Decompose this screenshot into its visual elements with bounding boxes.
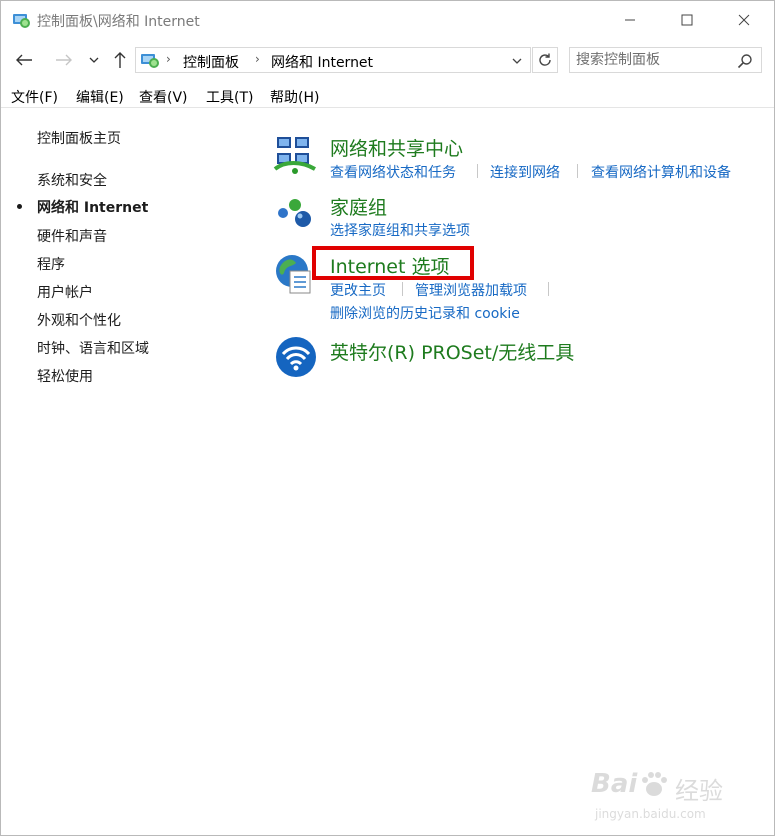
breadcrumb-control-panel[interactable]: 控制面板	[183, 52, 239, 72]
refresh-icon	[539, 53, 551, 66]
highlight-box	[312, 246, 474, 280]
back-button[interactable]	[13, 49, 35, 71]
baidu-watermark: Bai 经验 jingyan.baidu.com	[591, 769, 751, 827]
paw-icon	[639, 771, 669, 803]
task-separator	[477, 164, 478, 178]
control-panel-icon	[140, 51, 160, 69]
close-button[interactable]	[715, 1, 773, 39]
recent-locations-button[interactable]	[83, 49, 105, 71]
watermark-brand: Bai	[591, 769, 638, 799]
refresh-button[interactable]	[532, 47, 558, 73]
sidebar-item-system-security[interactable]: 系统和安全	[37, 170, 107, 190]
menu-tools[interactable]: 工具(T)	[206, 87, 253, 107]
title-bar: 控制面板\网络和 Internet	[1, 1, 774, 39]
up-button[interactable]	[109, 49, 131, 71]
navigation-bar: › 控制面板 › 网络和 Internet	[1, 41, 774, 81]
menu-file[interactable]: 文件(F)	[11, 87, 58, 107]
internet-options-icon[interactable]	[274, 253, 316, 299]
search-input[interactable]	[576, 51, 726, 69]
watermark-url: jingyan.baidu.com	[595, 807, 706, 821]
sidebar-home-link[interactable]: 控制面板主页	[37, 128, 121, 148]
sidebar-item-network-internet[interactable]: 网络和 Internet	[37, 197, 148, 217]
sidebar-item-appearance[interactable]: 外观和个性化	[37, 310, 121, 330]
search-box[interactable]	[569, 47, 762, 73]
sidebar-item-user-accounts[interactable]: 用户帐户	[37, 282, 93, 302]
category-title-network-sharing[interactable]: 网络和共享中心	[330, 134, 463, 161]
task-delete-browsing-history[interactable]: 删除浏览的历史记录和 cookie	[330, 303, 520, 323]
task-separator	[548, 282, 549, 296]
homegroup-icon[interactable]	[275, 195, 317, 235]
breadcrumb-network-internet[interactable]: 网络和 Internet	[271, 52, 373, 72]
menu-bar: 文件(F) 编辑(E) 查看(V) 工具(T) 帮助(H)	[1, 85, 774, 108]
current-item-bullet	[17, 204, 22, 209]
breadcrumb-separator-icon[interactable]: ›	[166, 52, 171, 66]
task-view-network-status[interactable]: 查看网络状态和任务	[330, 162, 456, 182]
maximize-button[interactable]	[658, 1, 716, 39]
watermark-brand-cn: 经验	[675, 777, 723, 805]
sidebar-item-ease-of-access[interactable]: 轻松使用	[37, 366, 93, 386]
breadcrumb-separator-icon[interactable]: ›	[255, 52, 260, 66]
sidebar-item-programs[interactable]: 程序	[37, 254, 65, 274]
chevron-down-icon[interactable]	[510, 53, 524, 67]
task-change-homepage[interactable]: 更改主页	[330, 280, 386, 300]
network-sharing-icon[interactable]	[273, 135, 317, 179]
minimize-button[interactable]	[601, 1, 659, 39]
category-title-intel-wireless[interactable]: 英特尔(R) PROSet/无线工具	[330, 338, 574, 365]
wireless-icon[interactable]	[275, 336, 317, 382]
category-title-homegroup[interactable]: 家庭组	[330, 193, 387, 220]
task-connect-network[interactable]: 连接到网络	[490, 162, 560, 182]
sidebar-item-hardware-sound[interactable]: 硬件和声音	[37, 226, 107, 246]
menu-edit[interactable]: 编辑(E)	[76, 87, 124, 107]
search-icon[interactable]	[737, 53, 753, 69]
control-panel-icon	[11, 10, 31, 30]
task-separator	[577, 164, 578, 178]
address-bar[interactable]: › 控制面板 › 网络和 Internet	[135, 47, 531, 73]
window-title: 控制面板\网络和 Internet	[37, 14, 200, 30]
sidebar-item-clock-language-region[interactable]: 时钟、语言和区域	[37, 338, 149, 358]
task-homegroup-sharing-options[interactable]: 选择家庭组和共享选项	[330, 220, 470, 240]
forward-button[interactable]	[53, 49, 75, 71]
control-panel-window: 控制面板\网络和 Internet › 控制面板 › 网络和 Internet …	[0, 0, 775, 836]
menu-help[interactable]: 帮助(H)	[270, 87, 319, 107]
task-separator	[402, 282, 403, 296]
task-view-network-computers[interactable]: 查看网络计算机和设备	[591, 162, 731, 182]
task-manage-addons[interactable]: 管理浏览器加载项	[415, 280, 527, 300]
menu-view[interactable]: 查看(V)	[139, 87, 188, 107]
